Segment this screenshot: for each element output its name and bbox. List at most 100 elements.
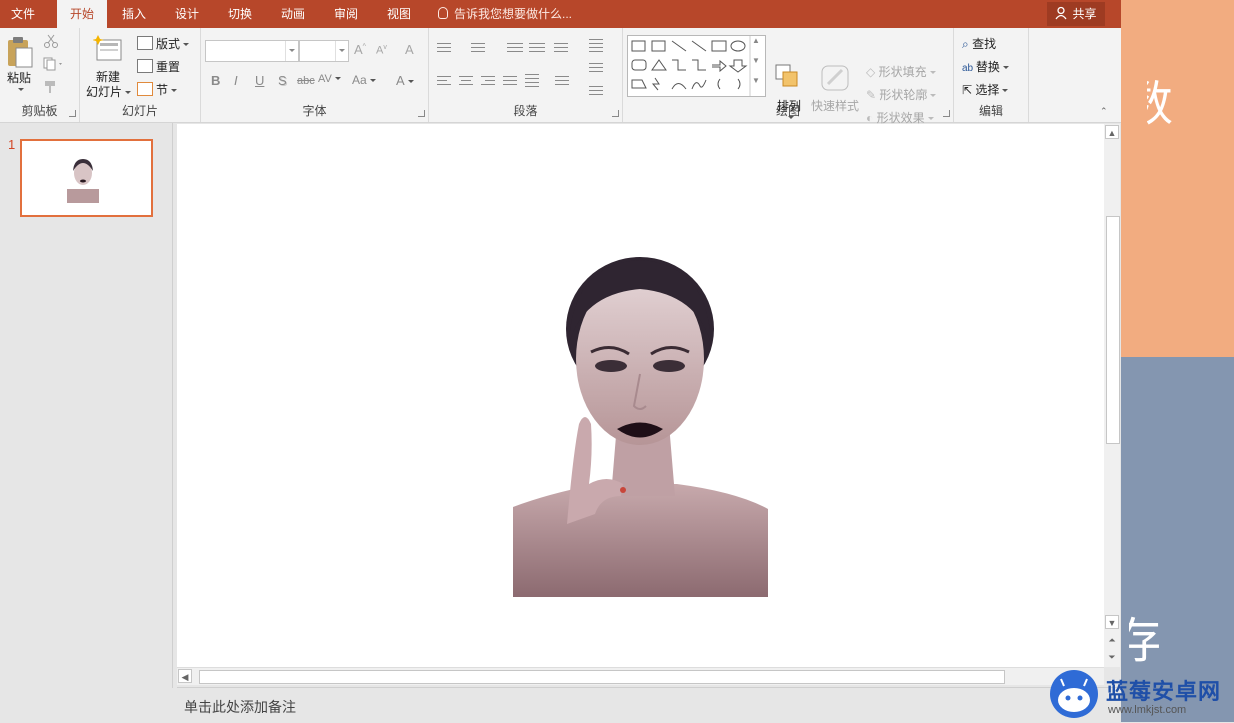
tab-transitions[interactable]: 切换 xyxy=(218,0,262,28)
scroll-down-icon[interactable]: ▼ xyxy=(1105,615,1119,629)
decrease-indent-icon[interactable] xyxy=(507,43,523,55)
tab-file[interactable]: 文件 xyxy=(0,0,46,28)
replace-button[interactable]: ab 替换 xyxy=(962,58,1009,75)
copy-icon[interactable] xyxy=(43,57,65,71)
font-name-combo[interactable] xyxy=(205,40,299,62)
portrait-image[interactable] xyxy=(513,257,768,597)
group-slides: 新建 幻灯片 版式 重置 节 幻灯片 xyxy=(80,28,201,122)
new-slide-label-2[interactable]: 幻灯片 xyxy=(86,83,132,100)
search-icon: ⌕ xyxy=(962,37,973,51)
group-label-editing: 编辑 xyxy=(978,104,1003,118)
tab-design[interactable]: 设计 xyxy=(165,0,209,28)
font-name-dropdown-icon xyxy=(285,41,298,61)
italic-button[interactable]: I xyxy=(234,73,238,88)
shadow-button[interactable]: S xyxy=(278,73,287,88)
increase-indent-icon[interactable] xyxy=(529,43,545,55)
reset-button[interactable]: 重置 xyxy=(137,58,180,75)
tab-home[interactable]: 开始 xyxy=(57,0,107,28)
align-right-icon[interactable] xyxy=(481,76,495,88)
slide-thumbnail[interactable] xyxy=(20,139,153,217)
cut-icon[interactable] xyxy=(43,34,59,48)
vertical-scrollbar[interactable]: ▲ ▼ ⏶ ⏷ xyxy=(1104,124,1120,667)
tab-insert[interactable]: 插入 xyxy=(112,0,156,28)
group-label-slides: 幻灯片 xyxy=(121,104,158,118)
reset-icon xyxy=(137,59,153,73)
share-button[interactable]: 共享 xyxy=(1047,2,1105,26)
align-text-icon[interactable] xyxy=(589,63,603,75)
columns-icon[interactable] xyxy=(555,76,569,88)
collapse-ribbon-icon[interactable]: ⌃ xyxy=(1100,106,1108,117)
tab-review[interactable]: 审阅 xyxy=(324,0,368,28)
arrange-dropdown-icon[interactable] xyxy=(788,116,794,119)
tell-me-search[interactable]: 告诉我您想要做什么... xyxy=(438,0,572,28)
numbering-icon[interactable] xyxy=(471,43,485,55)
align-center-icon[interactable] xyxy=(459,76,473,88)
smartart-icon[interactable] xyxy=(589,86,603,98)
replace-icon: ab xyxy=(962,63,976,74)
gallery-more-icon[interactable]: ▼ xyxy=(752,76,760,85)
slide-surface xyxy=(513,257,768,597)
new-slide-icon[interactable] xyxy=(93,34,123,64)
next-slide-icon[interactable]: ⏷ xyxy=(1105,650,1119,664)
text-direction-icon[interactable] xyxy=(589,39,603,55)
select-button[interactable]: ⇱ 选择 xyxy=(962,81,1009,98)
clipboard-launcher-icon[interactable] xyxy=(69,110,76,117)
slide-canvas[interactable] xyxy=(177,124,1104,667)
bold-button[interactable]: B xyxy=(211,73,220,88)
distribute-icon[interactable] xyxy=(525,74,539,90)
line-spacing-icon[interactable] xyxy=(554,43,568,55)
group-editing: ⌕ 查找 ab 替换 ⇱ 选择 编辑 xyxy=(954,28,1029,122)
paste-dropdown-icon[interactable] xyxy=(18,88,24,91)
watermark: 蓝莓安卓网 www.lmkjst.com xyxy=(1036,668,1234,722)
paste-icon[interactable] xyxy=(6,36,34,68)
watermark-title: 蓝莓安卓网 xyxy=(1106,679,1222,704)
vertical-scroll-thumb[interactable] xyxy=(1106,216,1120,444)
ribbon-tab-bar: 文件 开始 插入 设计 切换 动画 审阅 视图 告诉我您想要做什么... 共享 xyxy=(0,0,1121,28)
scroll-up-icon[interactable]: ▲ xyxy=(1105,125,1119,139)
shape-fill-button[interactable]: ◇ 形状填充 xyxy=(866,63,936,80)
paste-button[interactable]: 粘贴 xyxy=(7,69,31,86)
paragraph-launcher-icon[interactable] xyxy=(612,110,619,117)
grow-font-icon[interactable]: A^ xyxy=(354,42,366,57)
quick-styles-button[interactable]: 快速样式 xyxy=(811,97,859,114)
section-button[interactable]: 节 xyxy=(137,81,178,98)
previous-slide-icon[interactable]: ⏶ xyxy=(1105,633,1119,647)
group-paragraph: 段落 xyxy=(429,28,623,122)
gallery-scroll-down-icon[interactable]: ▼ xyxy=(752,56,760,65)
person-icon xyxy=(1055,6,1068,20)
format-painter-icon[interactable] xyxy=(43,80,59,94)
gallery-scroll-up-icon[interactable]: ▲ xyxy=(752,36,760,45)
shape-outline-button[interactable]: ✎ 形状轮廓 xyxy=(866,86,937,103)
arrange-button[interactable]: 排列 xyxy=(777,97,801,114)
tab-view[interactable]: 视图 xyxy=(377,0,421,28)
align-left-icon[interactable] xyxy=(437,76,451,88)
shapes-gallery[interactable] xyxy=(627,35,766,97)
group-label-clipboard: 剪贴板 xyxy=(21,104,58,118)
bullets-icon[interactable] xyxy=(437,43,451,55)
lightbulb-icon xyxy=(438,7,448,19)
horizontal-scrollbar[interactable]: ◀ xyxy=(177,667,1104,685)
find-button[interactable]: ⌕ 查找 xyxy=(962,35,996,52)
font-launcher-icon[interactable] xyxy=(418,110,425,117)
cursor-icon: ⇱ xyxy=(962,83,976,97)
horizontal-scroll-thumb[interactable] xyxy=(199,670,1005,684)
arrange-icon[interactable] xyxy=(773,62,803,92)
shapes-gallery-icons[interactable] xyxy=(628,36,765,96)
notes-pane[interactable]: 单击此处添加备注 xyxy=(177,687,1121,723)
quick-styles-icon[interactable] xyxy=(820,64,852,94)
tab-animations[interactable]: 动画 xyxy=(271,0,315,28)
underline-button[interactable]: U xyxy=(255,73,264,88)
char-spacing-button[interactable]: AV xyxy=(318,73,341,85)
clear-format-icon[interactable]: A xyxy=(405,42,414,57)
font-color-button[interactable]: A xyxy=(396,73,414,88)
change-case-button[interactable]: Aa xyxy=(352,73,376,87)
shrink-font-icon[interactable]: Av xyxy=(376,44,387,57)
font-size-combo[interactable] xyxy=(299,40,349,62)
thumbnail-portrait-image xyxy=(67,159,99,203)
strikethrough-button[interactable]: abc xyxy=(297,75,315,87)
layout-button[interactable]: 版式 xyxy=(137,35,190,52)
slide-number: 1 xyxy=(8,137,16,152)
justify-icon[interactable] xyxy=(503,76,517,88)
scroll-left-icon[interactable]: ◀ xyxy=(178,669,192,683)
drawing-launcher-icon[interactable] xyxy=(943,110,950,117)
